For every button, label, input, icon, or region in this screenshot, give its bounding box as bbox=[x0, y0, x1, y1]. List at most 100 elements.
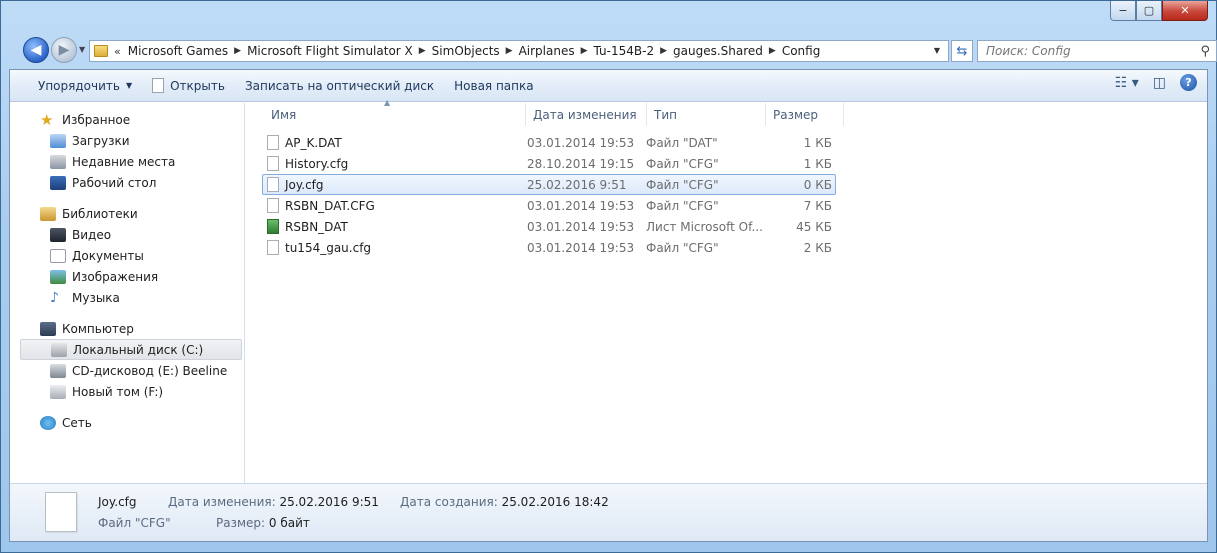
file-row[interactable]: RSBN_DAT.CFG 03.01.2014 19:53 Файл "CFG"… bbox=[262, 195, 836, 216]
column-header-label: Размер bbox=[773, 107, 819, 122]
address-bar[interactable]: « Microsoft Games ▶ Microsoft Flight Simu… bbox=[89, 40, 949, 62]
view-controls: ☷ ▾ ◫ ? bbox=[1115, 74, 1197, 91]
column-header-name[interactable]: ▲ Имя bbox=[264, 98, 526, 126]
nav-local-disk-c[interactable]: Локальный диск (C:) bbox=[20, 339, 242, 360]
navigation-bar: ◀ ▶ ▼ « Microsoft Games ▶ Microsoft Fligh… bbox=[19, 35, 1217, 65]
downloads-icon bbox=[50, 133, 66, 148]
file-icon bbox=[267, 198, 279, 213]
navigation-pane: ★ Избранное Загрузки Недавние места Рабо… bbox=[10, 103, 245, 485]
column-header-date[interactable]: Дата изменения bbox=[526, 103, 647, 126]
details-value: 0 байт bbox=[268, 516, 310, 530]
nav-desktop[interactable]: Рабочий стол bbox=[10, 172, 244, 193]
nav-label: CD-дисковод (E:) Beeline bbox=[72, 363, 228, 378]
nav-pictures[interactable]: Изображения bbox=[10, 266, 244, 287]
address-dropdown-icon[interactable]: ▼ bbox=[934, 46, 940, 55]
star-icon: ★ bbox=[40, 110, 54, 129]
file-size: 7 КБ bbox=[803, 198, 832, 213]
view-options-icon[interactable]: ☷ ▾ bbox=[1115, 75, 1139, 91]
explorer-window: − ▢ ✕ ◀ ▶ ▼ « Microsoft Games ▶ Microsoft… bbox=[0, 0, 1217, 553]
breadcrumb-separator-icon[interactable]: ▶ bbox=[769, 46, 776, 56]
nav-network[interactable]: Сеть bbox=[10, 412, 244, 433]
nav-label: Недавние места bbox=[72, 154, 176, 169]
breadcrumb-overflow[interactable]: « bbox=[114, 45, 121, 58]
help-icon[interactable]: ? bbox=[1180, 74, 1197, 91]
close-button[interactable]: ✕ bbox=[1162, 1, 1208, 21]
file-row[interactable]: tu154_gau.cfg 03.01.2014 19:53 Файл "CFG… bbox=[262, 237, 836, 258]
breadcrumb-separator-icon[interactable]: ▶ bbox=[660, 46, 667, 56]
search-icon[interactable]: ⚲ bbox=[1200, 44, 1210, 59]
nav-label: Компьютер bbox=[62, 321, 134, 336]
computer-group: Компьютер Локальный диск (C:) CD-дисково… bbox=[10, 318, 244, 402]
organize-label: Упорядочить bbox=[38, 78, 120, 93]
search-input[interactable] bbox=[986, 44, 1186, 58]
sort-ascending-icon: ▲ bbox=[384, 98, 391, 107]
file-date: 28.10.2014 19:15 bbox=[527, 156, 635, 171]
breadcrumb-item[interactable]: Airplanes bbox=[519, 44, 575, 58]
file-size: 1 КБ bbox=[803, 135, 832, 150]
file-row-selected[interactable]: Joy.cfg 25.02.2016 9:51 Файл "CFG" 0 КБ bbox=[262, 174, 836, 195]
nav-label: Загрузки bbox=[72, 133, 130, 148]
burn-button[interactable]: Записать на оптический диск bbox=[235, 74, 444, 98]
file-row[interactable]: RSBN_DAT 03.01.2014 19:53 Лист Microsoft… bbox=[262, 216, 836, 237]
nav-music[interactable]: ♪ Музыка bbox=[10, 287, 244, 308]
breadcrumb-separator-icon[interactable]: ▶ bbox=[419, 46, 426, 56]
organize-button[interactable]: Упорядочить ▼ bbox=[10, 74, 142, 98]
file-type: Файл "CFG" bbox=[646, 177, 719, 192]
column-header-type[interactable]: Тип bbox=[647, 103, 766, 126]
breadcrumb-item[interactable]: Microsoft Flight Simulator X bbox=[247, 44, 413, 58]
column-header-size[interactable]: Размер bbox=[766, 103, 844, 126]
file-type: Файл "DAT" bbox=[646, 135, 718, 150]
nav-downloads[interactable]: Загрузки bbox=[10, 130, 244, 151]
file-name: tu154_gau.cfg bbox=[285, 240, 372, 255]
open-button[interactable]: Открыть bbox=[142, 74, 235, 98]
breadcrumb-item[interactable]: gauges.Shared bbox=[673, 44, 763, 58]
breadcrumb-separator-icon[interactable]: ▶ bbox=[506, 46, 513, 56]
breadcrumb-separator-icon[interactable]: ▶ bbox=[581, 46, 588, 56]
breadcrumb-separator-icon[interactable]: ▶ bbox=[234, 46, 241, 56]
network-icon bbox=[40, 415, 56, 430]
breadcrumb-item[interactable]: SimObjects bbox=[432, 44, 500, 58]
file-type: Файл "CFG" bbox=[646, 156, 719, 171]
arrow-right-icon: ▶ bbox=[58, 42, 70, 58]
details-label: Размер: bbox=[216, 516, 266, 530]
file-row[interactable]: History.cfg 28.10.2014 19:15 Файл "CFG" … bbox=[262, 153, 836, 174]
hard-drive-icon bbox=[51, 342, 67, 357]
libraries-group: Библиотеки Видео Документы Изображения ♪… bbox=[10, 203, 244, 308]
recent-pages-dropdown[interactable]: ▼ bbox=[79, 45, 85, 54]
refresh-button[interactable]: ⇆ bbox=[951, 40, 973, 62]
file-date: 03.01.2014 19:53 bbox=[527, 198, 635, 213]
file-type: Файл "CFG" bbox=[646, 198, 719, 213]
nav-volume-f[interactable]: Новый том (F:) bbox=[10, 381, 244, 402]
details-file-type: Файл "CFG" bbox=[98, 516, 171, 530]
forward-button[interactable]: ▶ bbox=[51, 37, 77, 63]
nav-recent-places[interactable]: Недавние места bbox=[10, 151, 244, 172]
nav-label: Сеть bbox=[62, 415, 92, 430]
details-size: Размер: 0 байт bbox=[216, 516, 310, 530]
column-headers: ▲ Имя Дата изменения Тип Размер bbox=[264, 98, 844, 126]
file-size: 45 КБ bbox=[796, 219, 832, 234]
file-name: History.cfg bbox=[285, 156, 349, 171]
details-value: 25.02.2016 18:42 bbox=[501, 495, 609, 509]
breadcrumb-item[interactable]: Microsoft Games bbox=[128, 44, 228, 58]
file-size: 0 КБ bbox=[803, 177, 832, 192]
breadcrumb-item-current[interactable]: Config bbox=[782, 44, 821, 58]
minimize-button[interactable]: − bbox=[1110, 1, 1136, 21]
nav-documents[interactable]: Документы bbox=[10, 245, 244, 266]
nav-cd-drive-e[interactable]: CD-дисковод (E:) Beeline bbox=[10, 360, 244, 381]
nav-favorites[interactable]: ★ Избранное bbox=[10, 109, 244, 130]
file-icon bbox=[267, 177, 279, 192]
file-date: 03.01.2014 19:53 bbox=[527, 240, 635, 255]
file-row[interactable]: AP_K.DAT 03.01.2014 19:53 Файл "DAT" 1 К… bbox=[262, 132, 836, 153]
breadcrumb-item[interactable]: Tu-154B-2 bbox=[594, 44, 655, 58]
back-button[interactable]: ◀ bbox=[23, 37, 49, 63]
preview-pane-icon[interactable]: ◫ bbox=[1153, 75, 1166, 91]
nav-label: Избранное bbox=[62, 112, 131, 127]
maximize-button[interactable]: ▢ bbox=[1136, 1, 1162, 21]
new-folder-button[interactable]: Новая папка bbox=[444, 74, 543, 98]
file-icon bbox=[267, 135, 279, 150]
details-pane: Joy.cfg Файл "CFG" Дата изменения: 25.02… bbox=[10, 483, 1207, 541]
nav-libraries[interactable]: Библиотеки bbox=[10, 203, 244, 224]
column-header-label: Тип bbox=[654, 107, 677, 122]
nav-video[interactable]: Видео bbox=[10, 224, 244, 245]
nav-computer[interactable]: Компьютер bbox=[10, 318, 244, 339]
